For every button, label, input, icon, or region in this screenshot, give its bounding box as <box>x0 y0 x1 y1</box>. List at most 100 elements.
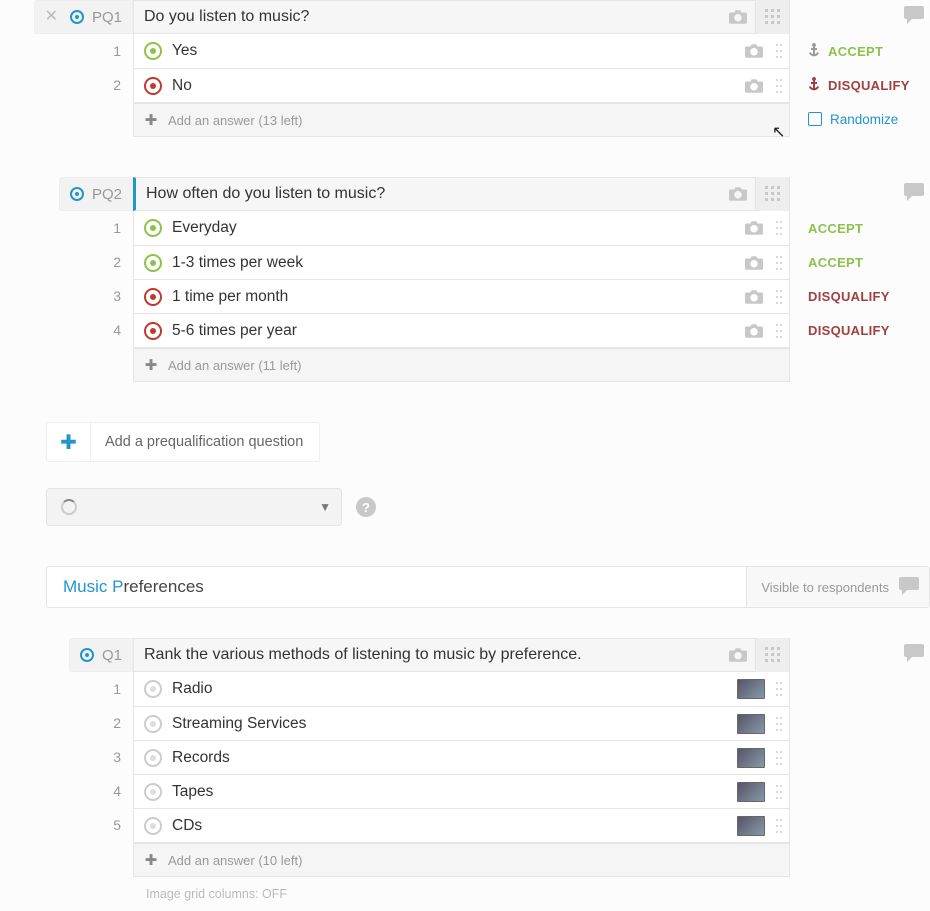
question-title[interactable]: Rank the various methods of listening to… <box>134 646 721 664</box>
answer-label[interactable]: Radio <box>172 680 737 698</box>
question-id-pq1[interactable]: ✕ PQ1 <box>34 0 133 34</box>
camera-icon[interactable] <box>737 314 771 348</box>
answer-radio-icon[interactable] <box>144 77 162 95</box>
camera-icon[interactable] <box>737 211 771 245</box>
question-id-label: Q1 <box>102 647 122 664</box>
drag-handle-icon[interactable] <box>771 280 787 314</box>
grid-icon[interactable] <box>755 638 789 672</box>
help-icon[interactable]: ? <box>356 497 376 517</box>
answer-thumbnail[interactable] <box>737 748 765 768</box>
accept-action[interactable]: ACCEPT <box>808 34 930 68</box>
answer-label[interactable]: 1 time per month <box>172 288 737 306</box>
answer-label[interactable]: No <box>172 77 737 95</box>
answer-radio-icon[interactable] <box>144 817 162 835</box>
disqualify-action[interactable]: DISQUALIFY <box>808 279 930 313</box>
answer-row[interactable]: Tapes <box>134 774 789 808</box>
checkbox-icon[interactable] <box>808 112 822 126</box>
answer-radio-icon[interactable] <box>144 254 162 272</box>
answer-row[interactable]: Streaming Services <box>134 706 789 740</box>
drag-handle-icon[interactable] <box>771 809 787 843</box>
question-q1: Q1 1 2 3 4 5 Rank the various methods of… <box>0 638 930 877</box>
randomize-toggle[interactable]: Randomize <box>808 102 930 136</box>
drag-handle-icon[interactable] <box>771 741 787 775</box>
answer-radio-icon[interactable] <box>144 783 162 801</box>
answer-row[interactable]: 5-6 times per year <box>134 313 789 347</box>
answer-thumbnail[interactable] <box>737 782 765 802</box>
camera-icon[interactable] <box>737 246 771 280</box>
question-main: Rank the various methods of listening to… <box>133 638 790 877</box>
answer-row[interactable]: CDs <box>134 808 789 842</box>
add-answer-button[interactable]: ✚ Add an answer (13 left) <box>133 103 790 137</box>
answer-radio-icon[interactable] <box>144 749 162 767</box>
question-id-column: ✕ PQ1 1 2 <box>0 0 133 102</box>
camera-icon[interactable] <box>737 280 771 314</box>
comment-icon[interactable] <box>899 577 919 598</box>
answer-row[interactable]: Yes <box>134 34 789 68</box>
section-visibility[interactable]: Visible to respondents <box>746 567 929 607</box>
answer-radio-icon[interactable] <box>144 322 162 340</box>
answer-row[interactable]: Records <box>134 740 789 774</box>
answer-label[interactable]: Streaming Services <box>172 715 737 733</box>
drag-handle-icon[interactable] <box>771 775 787 809</box>
answer-row[interactable]: Everyday <box>134 211 789 245</box>
answer-row[interactable]: 1-3 times per week <box>134 245 789 279</box>
answer-radio-icon[interactable] <box>144 42 162 60</box>
answer-row[interactable]: Radio <box>134 672 789 706</box>
camera-icon[interactable] <box>737 34 771 68</box>
answer-radio-icon[interactable] <box>144 288 162 306</box>
drag-handle-icon[interactable] <box>771 707 787 741</box>
drag-handle-icon[interactable] <box>771 672 787 706</box>
question-pq1: ✕ PQ1 1 2 Do you listen to music? <box>0 0 930 137</box>
answer-label[interactable]: CDs <box>172 817 737 835</box>
answer-radio-icon[interactable] <box>144 219 162 237</box>
answer-label[interactable]: Tapes <box>172 783 737 801</box>
answer-label[interactable]: 1-3 times per week <box>172 254 737 272</box>
drag-handle-icon[interactable] <box>771 69 787 103</box>
chevron-down-icon: ▼ <box>319 500 331 514</box>
camera-icon[interactable] <box>721 177 755 211</box>
question-title[interactable]: How often do you listen to music? <box>136 185 721 203</box>
answer-row[interactable]: No <box>134 68 789 102</box>
add-answer-label: Add an answer (10 left) <box>168 853 302 868</box>
answer-radio-icon[interactable] <box>144 715 162 733</box>
disqualify-action[interactable]: DISQUALIFY <box>808 313 930 347</box>
answer-label[interactable]: Everyday <box>172 219 737 237</box>
comment-icon[interactable] <box>904 6 924 27</box>
answer-radio-icon[interactable] <box>144 680 162 698</box>
answer-label[interactable]: Records <box>172 749 737 767</box>
answer-thumbnail[interactable] <box>737 714 765 734</box>
answer-thumbnail[interactable] <box>737 679 765 699</box>
add-answer-label: Add an answer (11 left) <box>168 358 301 373</box>
drag-handle-icon[interactable] <box>771 211 787 245</box>
question-id-q1[interactable]: Q1 <box>69 638 133 672</box>
camera-icon[interactable] <box>721 638 755 672</box>
accept-action[interactable]: ACCEPT <box>808 245 930 279</box>
grid-icon[interactable] <box>755 0 789 34</box>
question-type-dropdown[interactable]: ▼ <box>46 488 342 526</box>
spinner-icon <box>61 499 77 515</box>
answer-label[interactable]: 5-6 times per year <box>172 322 737 340</box>
anchor-icon <box>808 77 820 94</box>
drag-handle-icon[interactable] <box>771 246 787 280</box>
add-answer-button[interactable]: ✚ Add an answer (11 left) <box>133 348 790 382</box>
answer-row[interactable]: 1 time per month <box>134 279 789 313</box>
disqualify-action[interactable]: DISQUALIFY <box>808 68 930 102</box>
grid-icon[interactable] <box>755 177 789 211</box>
question-title[interactable]: Do you listen to music? <box>134 8 721 26</box>
add-prequalification-button[interactable]: ✚ Add a prequalification question <box>46 422 320 462</box>
add-answer-button[interactable]: ✚ Add an answer (10 left) <box>133 843 790 877</box>
drag-handle-icon[interactable] <box>771 314 787 348</box>
answer-thumbnail[interactable] <box>737 816 765 836</box>
accept-action[interactable]: ACCEPT <box>808 211 930 245</box>
answer-label[interactable]: Yes <box>172 42 737 60</box>
drag-handle-icon[interactable] <box>771 34 787 68</box>
comment-icon[interactable] <box>904 183 924 204</box>
close-icon[interactable]: ✕ <box>45 9 58 25</box>
plus-icon: ✚ <box>134 356 168 374</box>
section-title[interactable]: Music Preferences <box>47 567 746 607</box>
comment-icon[interactable] <box>904 644 924 665</box>
camera-icon[interactable] <box>721 0 755 34</box>
image-grid-columns-label[interactable]: Image grid columns: OFF <box>146 887 930 901</box>
question-id-pq2[interactable]: PQ2 <box>59 177 133 211</box>
camera-icon[interactable] <box>737 69 771 103</box>
